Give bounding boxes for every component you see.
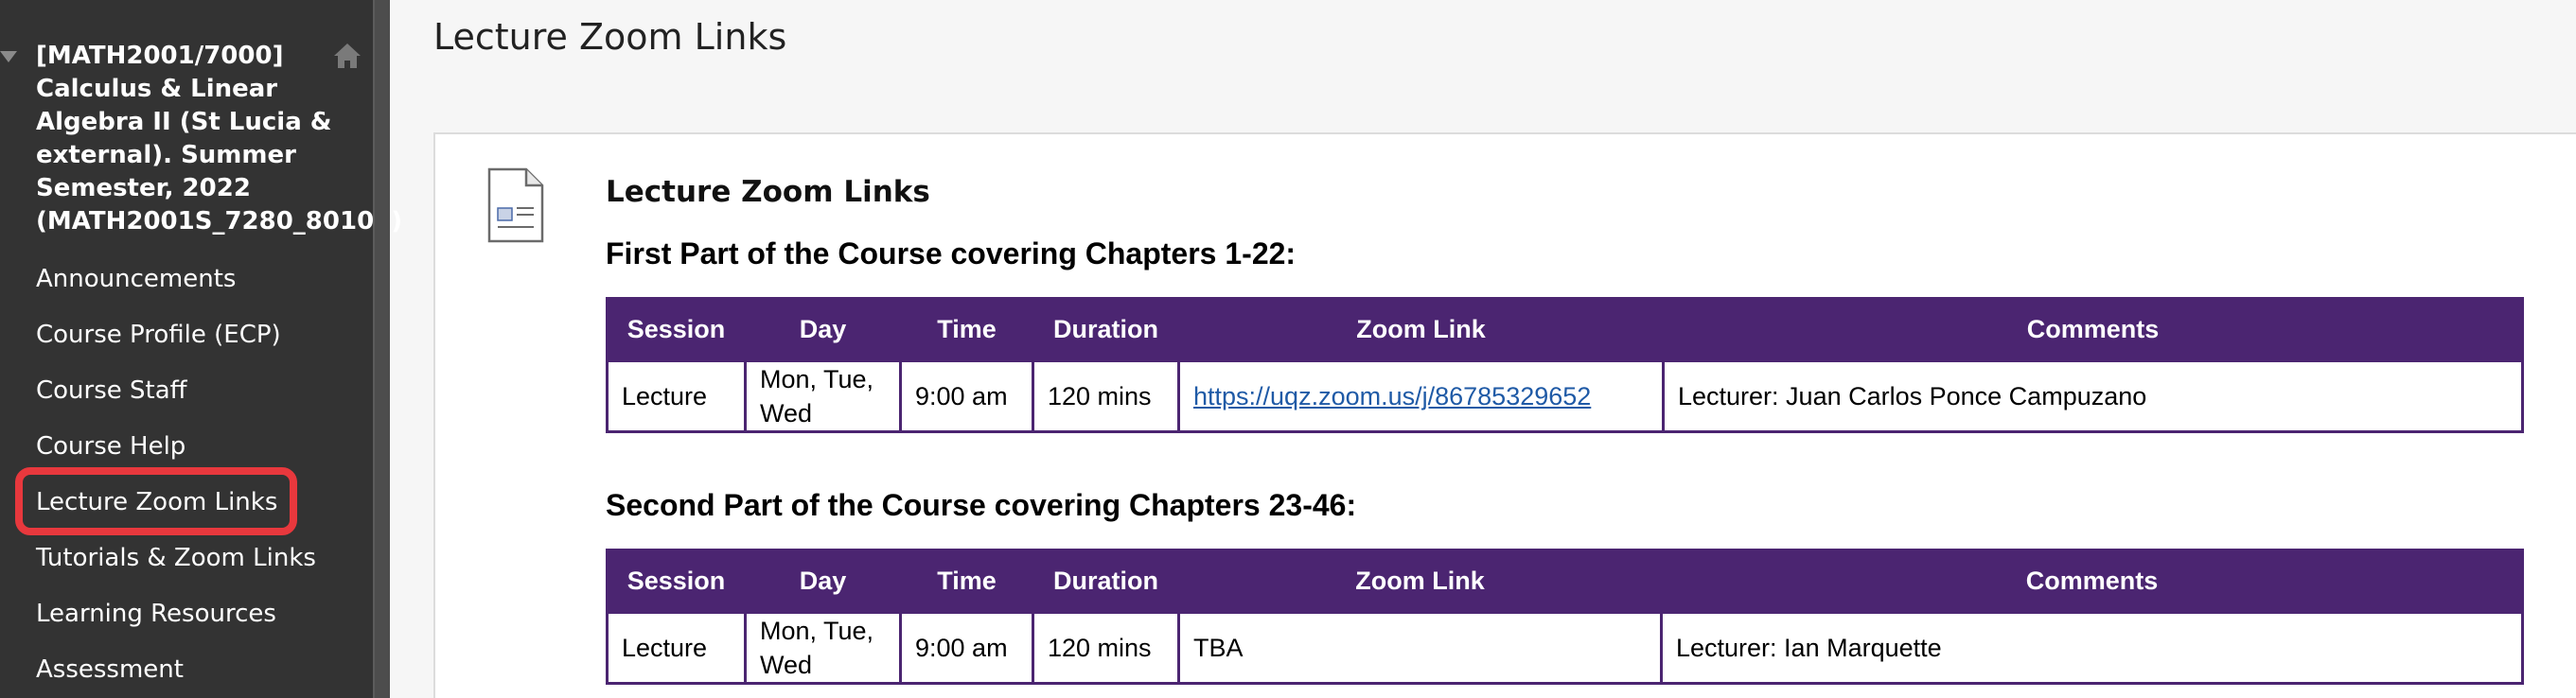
duration-cell: 120 mins <box>1032 611 1180 685</box>
column-header-zoom-link: Zoom Link <box>1177 297 1665 362</box>
column-header-day: Day <box>744 297 902 362</box>
table-row: Lecture Mon, Tue, Wed 9:00 am 120 mins h… <box>606 359 2524 433</box>
column-header-comments: Comments <box>1660 549 2524 614</box>
course-menu: Announcements Course Profile (ECP) Cours… <box>0 252 373 698</box>
zoom-link[interactable]: https://uqz.zoom.us/j/86785329652 <box>1193 382 1591 410</box>
column-header-zoom-link: Zoom Link <box>1177 549 1663 614</box>
sidebar-item-course-profile[interactable]: Course Profile (ECP) <box>0 307 373 363</box>
column-header-duration: Duration <box>1032 549 1180 614</box>
course-sidebar: [MATH2001/7000] Calculus & Linear Algebr… <box>0 0 402 698</box>
sidebar-item-lecture-zoom-links[interactable]: Lecture Zoom Links <box>0 475 373 531</box>
sidebar-item-course-staff[interactable]: Course Staff <box>0 363 373 419</box>
sidebar-item-learning-resources[interactable]: Learning Resources <box>0 586 373 642</box>
duration-cell: 120 mins <box>1032 359 1180 433</box>
column-header-comments: Comments <box>1662 297 2524 362</box>
course-title[interactable]: [MATH2001/7000] Calculus & Linear Algebr… <box>36 40 402 238</box>
table-header-row: Session Day Time Duration Zoom Link Comm… <box>606 297 2524 362</box>
column-header-session: Session <box>606 297 747 362</box>
day-cell: Mon, Tue, Wed <box>744 359 902 433</box>
lecture-schedule-table: Session Day Time Duration Zoom Link Comm… <box>606 297 2524 433</box>
sidebar-resize-handle[interactable] <box>373 0 390 698</box>
zoom-link-cell: TBA <box>1177 611 1663 685</box>
comments-cell: Lecturer: Juan Carlos Ponce Campuzano <box>1662 359 2524 433</box>
column-header-time: Time <box>899 297 1034 362</box>
column-header-session: Session <box>606 549 747 614</box>
home-icon[interactable] <box>331 40 363 72</box>
page-title: Lecture Zoom Links <box>433 16 787 58</box>
zoom-link-cell: https://uqz.zoom.us/j/86785329652 <box>1177 359 1665 433</box>
section-heading: Second Part of the Course covering Chapt… <box>606 488 1357 522</box>
column-header-duration: Duration <box>1032 297 1180 362</box>
day-cell: Mon, Tue, Wed <box>744 611 902 685</box>
section-heading: First Part of the Course covering Chapte… <box>606 236 1297 270</box>
sidebar-item-course-help[interactable]: Course Help <box>0 419 373 475</box>
table-row: Lecture Mon, Tue, Wed 9:00 am 120 mins T… <box>606 611 2524 685</box>
column-header-time: Time <box>899 549 1034 614</box>
table-header-row: Session Day Time Duration Zoom Link Comm… <box>606 549 2524 614</box>
time-cell: 9:00 am <box>899 611 1034 685</box>
comments-cell: Lecturer: Ian Marquette <box>1660 611 2524 685</box>
sidebar-item-announcements[interactable]: Announcements <box>0 252 373 307</box>
document-icon <box>487 167 544 243</box>
sidebar-item-tutorials-zoom-links[interactable]: Tutorials & Zoom Links <box>0 531 373 586</box>
collapse-caret-icon[interactable] <box>0 51 17 62</box>
time-cell: 9:00 am <box>899 359 1034 433</box>
session-cell: Lecture <box>606 359 747 433</box>
session-cell: Lecture <box>606 611 747 685</box>
column-header-day: Day <box>744 549 902 614</box>
sidebar-item-assessment[interactable]: Assessment <box>0 642 373 698</box>
lecture-schedule-table: Session Day Time Duration Zoom Link Comm… <box>606 549 2524 685</box>
content-item-title[interactable]: Lecture Zoom Links <box>606 172 930 212</box>
